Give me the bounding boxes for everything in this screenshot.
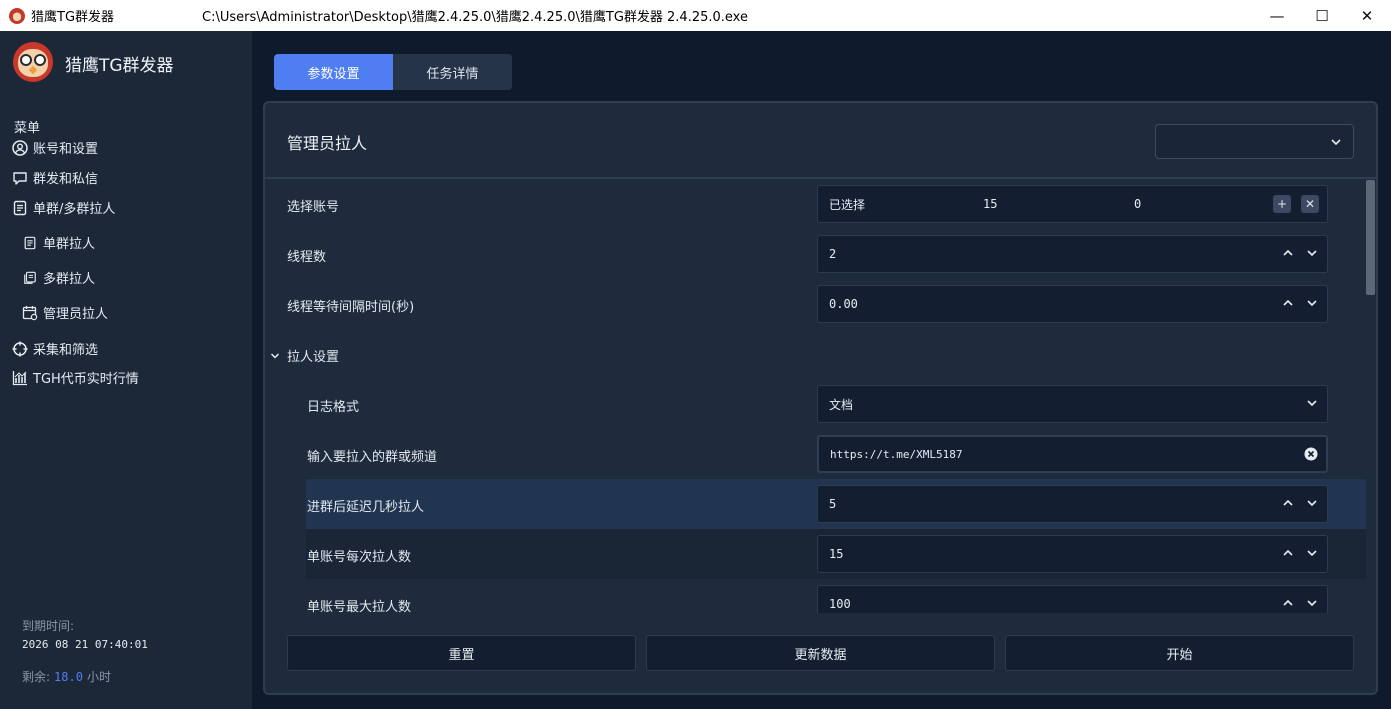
chevron-down-icon[interactable] xyxy=(1305,546,1319,560)
sidebar-item-tgh-market[interactable]: TGH代币实时行情 xyxy=(12,368,139,387)
sidebar-item-label: 采集和筛选 xyxy=(33,343,99,358)
per-account-max-value: 100 xyxy=(829,597,851,611)
thread-wait-stepper[interactable]: 0.00 xyxy=(817,285,1328,323)
log-format-value: 文档 xyxy=(829,397,854,412)
chevron-down-icon xyxy=(1307,400,1317,407)
panel-title: 管理员拉人 xyxy=(287,134,368,153)
mode-select[interactable] xyxy=(1155,124,1354,159)
account-other-count: 0 xyxy=(1134,197,1142,211)
section-label: 拉人设置 xyxy=(287,350,340,365)
sidebar-item-label: 单群拉人 xyxy=(43,237,96,252)
thread-wait-label: 线程等待间隔时间(秒) xyxy=(287,300,415,315)
sidebar-item-collect-filter[interactable]: 采集和筛选 xyxy=(12,339,98,358)
chevron-down-icon[interactable] xyxy=(1305,246,1319,260)
tab-task-details[interactable]: 任务详情 xyxy=(393,54,512,90)
clear-input-icon[interactable] xyxy=(1304,447,1318,461)
remaining-value: 18.0 xyxy=(54,670,83,684)
chevron-down-icon xyxy=(270,352,280,359)
close-button[interactable]: ✕ xyxy=(1344,0,1390,31)
account-selected-label: 已选择 xyxy=(829,197,866,212)
account-selector[interactable]: 已选择 15 0 + ✕ xyxy=(817,185,1328,223)
account-label: 选择账号 xyxy=(287,200,340,215)
chevron-down-icon[interactable] xyxy=(1305,596,1319,610)
crosshair-icon xyxy=(12,341,28,357)
document-icon xyxy=(22,235,38,251)
menu-title: 菜单 xyxy=(14,121,41,136)
sidebar-item-label: 单群/多群拉人 xyxy=(33,202,116,217)
minimize-button[interactable]: — xyxy=(1254,0,1300,31)
remaining-unit: 小时 xyxy=(86,670,111,684)
remaining-time: 剩余: 18.0 小时 xyxy=(22,668,111,685)
window-path: C:\Users\Administrator\Desktop\猎鹰2.4.25.… xyxy=(202,10,748,25)
chevron-up-icon[interactable] xyxy=(1281,296,1295,310)
document-icon xyxy=(12,200,28,216)
tab-params[interactable]: 参数设置 xyxy=(274,54,393,90)
maximize-button[interactable]: ☐ xyxy=(1299,0,1345,31)
owl-logo-icon xyxy=(13,42,53,82)
chevron-up-icon[interactable] xyxy=(1281,246,1295,260)
chevron-down-icon[interactable] xyxy=(1305,496,1319,510)
scrollbar[interactable] xyxy=(1366,180,1375,295)
thread-wait-value: 0.00 xyxy=(829,297,858,311)
window-title: 猎鹰TG群发器 xyxy=(31,10,115,25)
sidebar-item-label: 管理员拉人 xyxy=(43,307,109,322)
account-selected-count: 15 xyxy=(983,197,998,211)
pull-settings-section[interactable]: 拉人设置 xyxy=(269,346,339,365)
app-icon xyxy=(9,7,25,24)
chevron-down-icon xyxy=(1329,134,1343,153)
join-delay-stepper[interactable]: 5 xyxy=(817,485,1328,523)
threads-label: 线程数 xyxy=(287,250,327,265)
clear-account-button[interactable]: ✕ xyxy=(1301,195,1319,213)
join-delay-value: 5 xyxy=(829,497,837,511)
sidebar-item-label: 群发和私信 xyxy=(33,172,99,187)
remaining-label: 剩余: xyxy=(22,670,51,684)
threads-stepper[interactable]: 2 xyxy=(817,235,1328,273)
add-account-button[interactable]: + xyxy=(1273,195,1291,213)
calendar-gear-icon xyxy=(22,305,38,321)
group-input-field[interactable]: https://t.me/XML5187 xyxy=(817,435,1328,473)
per-account-max-stepper[interactable]: 100 xyxy=(817,585,1328,613)
chat-bubble-icon xyxy=(12,170,28,186)
join-delay-label: 进群后延迟几秒拉人 xyxy=(307,500,425,515)
per-account-each-value: 15 xyxy=(829,547,844,561)
documents-icon xyxy=(22,270,38,286)
chevron-up-icon[interactable] xyxy=(1281,546,1295,560)
reset-button[interactable]: 重置 xyxy=(287,635,636,671)
refresh-data-button[interactable]: 更新数据 xyxy=(646,635,995,671)
sidebar-item-broadcast[interactable]: 群发和私信 xyxy=(12,168,98,187)
group-input-label: 输入要拉入的群或频道 xyxy=(307,450,438,465)
sidebar-item-group-pull[interactable]: 单群/多群拉人 xyxy=(12,198,115,217)
sidebar-item-single-group-pull[interactable]: 单群拉人 xyxy=(22,233,95,252)
expire-label: 到期时间: xyxy=(22,619,75,633)
divider xyxy=(265,177,1376,179)
title-bar: 猎鹰TG群发器 C:\Users\Administrator\Desktop\猎… xyxy=(0,0,1391,31)
sidebar-item-admin-pull[interactable]: 管理员拉人 xyxy=(22,303,108,322)
sidebar: 猎鹰TG群发器 菜单 账号和设置 群发和私信 单群/多群拉人 单群拉人 多群拉人 xyxy=(0,31,252,709)
chevron-up-icon[interactable] xyxy=(1281,596,1295,610)
brand-name: 猎鹰TG群发器 xyxy=(65,56,174,76)
group-input-value: https://t.me/XML5187 xyxy=(830,447,963,461)
sidebar-item-label: 账号和设置 xyxy=(33,142,99,157)
log-format-label: 日志格式 xyxy=(307,400,360,415)
chevron-up-icon[interactable] xyxy=(1281,496,1295,510)
per-account-each-label: 单账号每次拉人数 xyxy=(307,550,412,565)
sidebar-item-label: 多群拉人 xyxy=(43,272,96,287)
log-format-select[interactable]: 文档 xyxy=(817,385,1328,423)
sidebar-item-account-settings[interactable]: 账号和设置 xyxy=(12,138,98,157)
user-circle-icon xyxy=(12,139,28,156)
sidebar-item-label: TGH代币实时行情 xyxy=(33,372,139,387)
expire-time: 2026 08 21 07:40:01 xyxy=(22,638,148,651)
start-button[interactable]: 开始 xyxy=(1005,635,1354,671)
threads-value: 2 xyxy=(829,247,837,261)
per-account-each-stepper[interactable]: 15 xyxy=(817,535,1328,573)
chevron-down-icon[interactable] xyxy=(1305,296,1319,310)
sidebar-item-multi-group-pull[interactable]: 多群拉人 xyxy=(22,268,95,287)
chart-icon xyxy=(12,370,28,386)
